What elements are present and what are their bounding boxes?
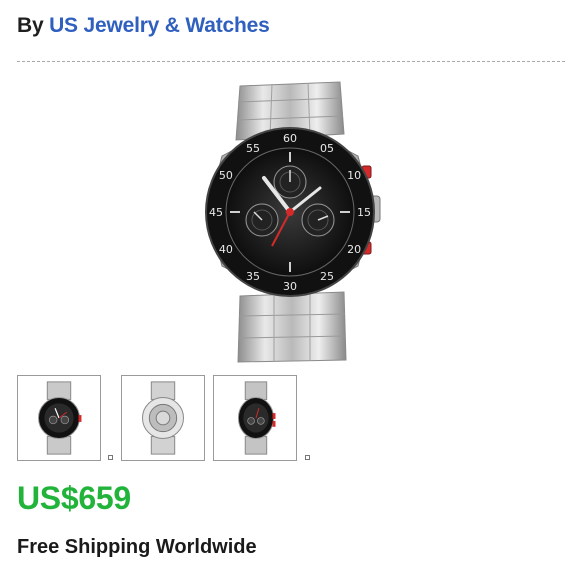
bezel-number: 35 — [246, 270, 260, 283]
watch-illustration: 60 05 10 15 20 25 30 35 40 45 50 55 — [205, 81, 381, 363]
dashed-divider — [17, 61, 565, 62]
lower-bracelet — [237, 291, 347, 363]
thumbnail-1[interactable] — [17, 375, 101, 461]
chronograph-watch-image[interactable]: 60 05 10 15 20 25 30 35 40 45 50 55 — [144, 70, 436, 366]
bezel-number: 20 — [347, 243, 361, 256]
bezel-number: 30 — [283, 280, 297, 293]
seller-prefix: By — [17, 14, 44, 37]
thumbnail-1-marker — [108, 455, 113, 460]
seller-store-link[interactable]: US Jewelry & Watches — [49, 14, 270, 37]
thumbnail-3-marker — [305, 455, 310, 460]
watch-angle-thumbnail — [237, 381, 276, 455]
thumbnail-3[interactable] — [213, 375, 297, 461]
product-price: US$659 — [17, 480, 131, 516]
bezel-number: 25 — [320, 270, 334, 283]
bezel-number: 60 — [283, 132, 297, 145]
watch-back-thumbnail — [142, 381, 184, 455]
bezel-number: 05 — [320, 142, 334, 155]
bezel-number: 40 — [219, 243, 233, 256]
thumbnail-2[interactable] — [121, 375, 205, 461]
watch-front-thumbnail — [38, 381, 82, 455]
shipping-info: Free Shipping Worldwide — [17, 536, 257, 558]
bezel-number: 45 — [209, 206, 223, 219]
seller-line: By US Jewelry & Watches — [17, 14, 270, 38]
bezel-number: 15 — [357, 206, 371, 219]
bezel-number: 10 — [347, 169, 361, 182]
bezel-number: 55 — [246, 142, 260, 155]
bezel-number: 50 — [219, 169, 233, 182]
